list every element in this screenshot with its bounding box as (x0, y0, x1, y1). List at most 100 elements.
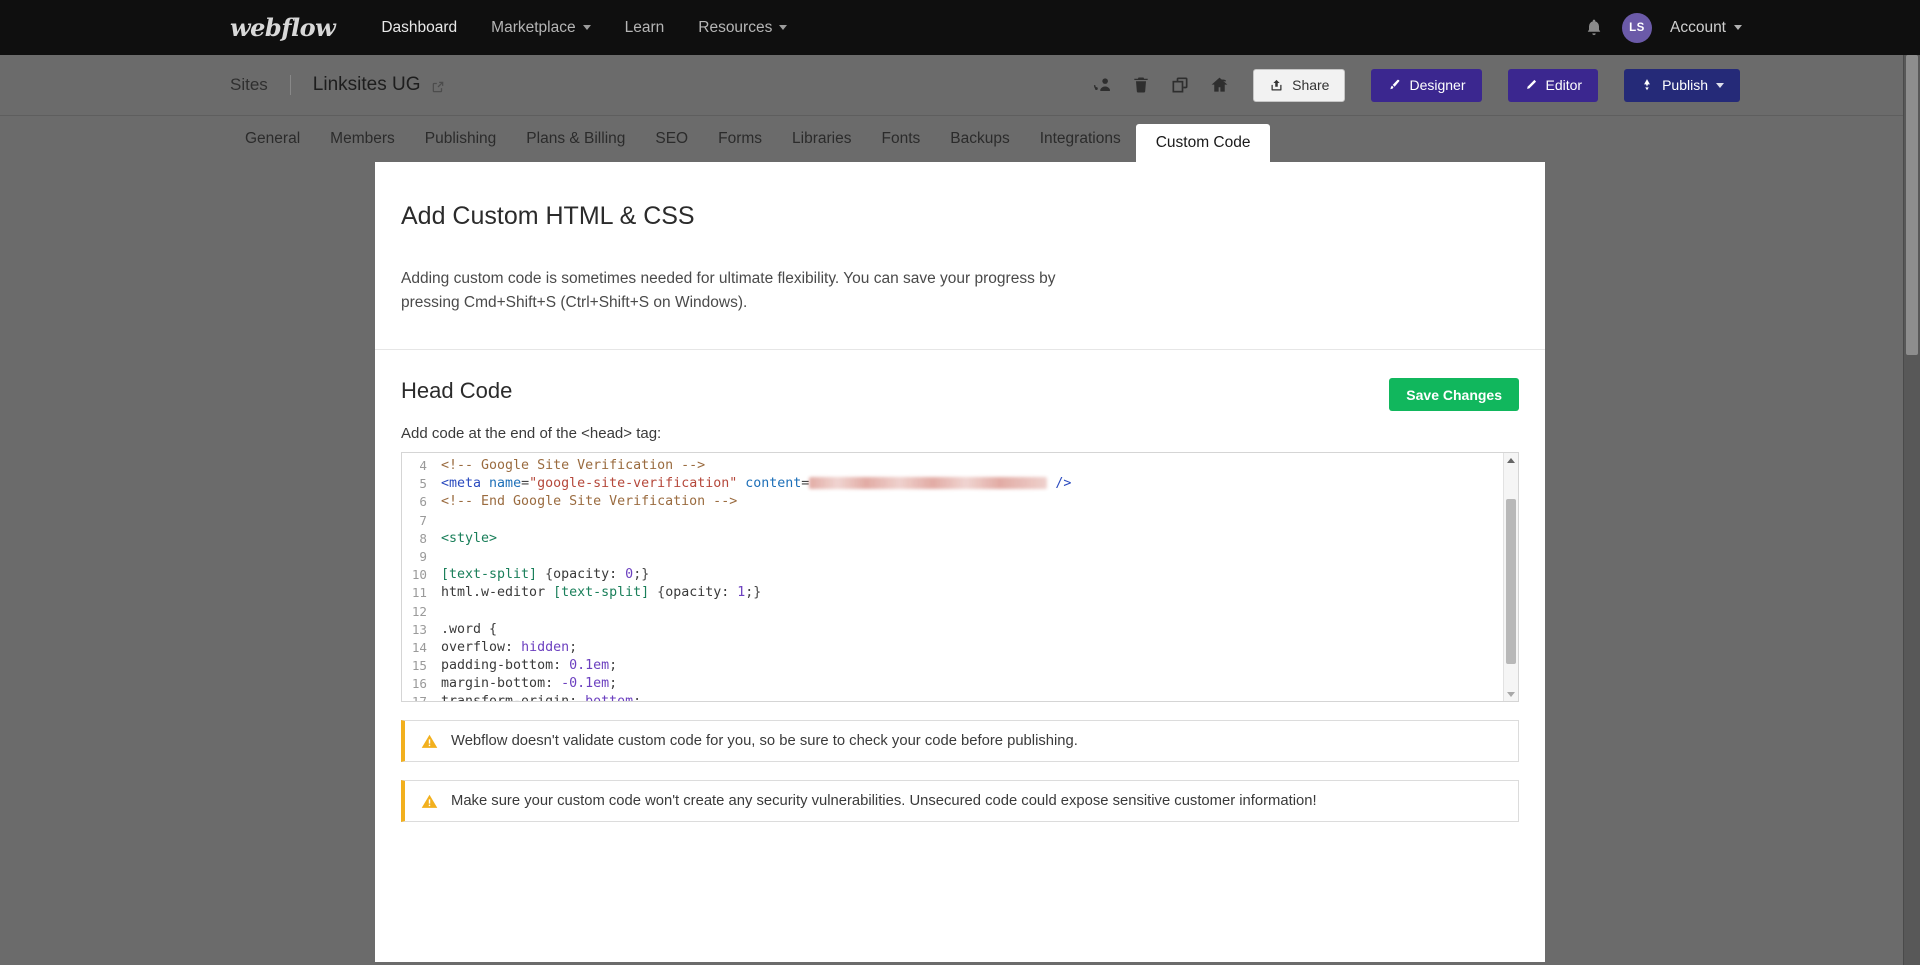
site-actions-group: Share Designer Editor Publish (1091, 68, 1760, 102)
line-number: 7 (419, 512, 427, 528)
avatar[interactable]: LS (1621, 12, 1652, 43)
code-line: 10 [text-split] {opacity: 0;} (402, 566, 1503, 584)
tab-custom-code[interactable]: Custom Code (1135, 124, 1271, 162)
code-line-text: <!-- Google Site Verification --> (441, 458, 706, 474)
line-number: 4 (419, 458, 427, 474)
share-icon (1271, 79, 1282, 90)
editor-button[interactable]: Editor (1507, 68, 1599, 102)
tab-libraries-label: Libraries (792, 130, 852, 147)
line-number: 9 (419, 548, 427, 564)
code-line-text: padding-bottom: 0.1em; (441, 658, 618, 674)
primary-nav-links: Dashboard Marketplace Learn Resources (381, 18, 788, 37)
nav-link-resources[interactable]: Resources (698, 18, 788, 37)
scroll-up-arrow-icon[interactable] (1504, 453, 1518, 467)
nav-link-marketplace-label: Marketplace (491, 18, 576, 36)
transfer-site-icon[interactable] (1208, 74, 1230, 96)
line-number: 13 (411, 621, 427, 637)
share-label: Share (1292, 77, 1330, 93)
webflow-logo[interactable]: webflow (230, 13, 336, 42)
tab-integrations[interactable]: Integrations (1025, 116, 1136, 162)
publish-button[interactable]: Publish (1624, 68, 1740, 102)
breadcrumb-site-name[interactable]: Linksites UG (291, 74, 445, 96)
account-label: Account (1669, 18, 1726, 36)
chevron-down-icon (779, 25, 788, 30)
tab-fonts-label: Fonts (881, 130, 921, 147)
tab-fonts[interactable]: Fonts (866, 116, 935, 162)
head-code-editor[interactable]: 4 <!-- Google Site Verification --> 5 <meta… (401, 452, 1519, 703)
code-line: 14 overflow: hidden; (402, 639, 1503, 657)
bell-icon[interactable] (1584, 18, 1604, 38)
code-line-text: [text-split] {opacity: 0;} (441, 567, 650, 583)
code-line-text: overflow: hidden; (441, 639, 578, 655)
site-name-label: Linksites UG (312, 74, 421, 95)
warning-banner-validation: Webflow doesn't validate custom code for… (401, 720, 1519, 763)
nav-link-dashboard[interactable]: Dashboard (381, 19, 457, 37)
nav-link-marketplace[interactable]: Marketplace (491, 18, 591, 37)
designer-label: Designer (1409, 77, 1466, 93)
tab-publishing-label: Publishing (424, 130, 497, 147)
chevron-down-icon (1716, 82, 1724, 88)
code-line-text: transform-origin: bottom; (436, 693, 641, 701)
code-line-text: .word { (441, 621, 498, 637)
tab-general[interactable]: General (230, 116, 315, 162)
duplicate-site-icon[interactable] (1169, 74, 1191, 96)
code-line: 12 (402, 603, 1503, 621)
tab-seo-label: SEO (655, 130, 689, 147)
line-number: 15 (411, 658, 427, 674)
designer-button[interactable]: Designer (1371, 68, 1482, 102)
editor-scrollbar[interactable] (1503, 453, 1518, 702)
code-line: 11 html.w-editor [text-split] {opacity: 1… (402, 584, 1503, 602)
tab-forms-label: Forms (718, 130, 763, 147)
tab-plans-billing[interactable]: Plans & Billing (511, 116, 640, 162)
line-number: 17 (402, 693, 436, 701)
delete-site-icon[interactable] (1130, 74, 1152, 96)
code-line-text (436, 548, 441, 566)
breadcrumb-sites[interactable]: Sites (230, 75, 291, 95)
code-line-text: <style> (441, 530, 498, 546)
save-changes-button[interactable]: Save Changes (1389, 378, 1519, 412)
chevron-down-icon (582, 25, 591, 30)
page-scrollbar[interactable] (1903, 55, 1920, 965)
code-line-text: <meta name="google-site-verification" co… (441, 476, 1072, 492)
code-line: 17transform-origin: bottom; (402, 693, 1503, 701)
tab-forms[interactable]: Forms (703, 116, 777, 162)
code-line: 8 <style> (402, 530, 1503, 548)
line-number: 10 (411, 567, 427, 583)
external-link-icon[interactable] (431, 78, 445, 93)
line-number: 16 (411, 676, 427, 692)
account-menu[interactable]: Account (1670, 19, 1742, 37)
line-number: 8 (419, 530, 427, 546)
code-line-text: <!-- End Google Site Verification --> (441, 494, 738, 510)
tab-integrations-label: Integrations (1039, 130, 1121, 147)
share-button[interactable]: Share (1253, 68, 1346, 102)
line-number: 12 (411, 603, 427, 619)
code-editor-label: Add code at the end of the <head> tag: (401, 425, 662, 443)
section-title-head-code: Head Code (401, 378, 513, 404)
warning-text-security: Make sure your custom code won't create … (451, 793, 1317, 810)
nav-link-resources-label: Resources (698, 18, 773, 36)
line-number: 5 (419, 476, 427, 492)
code-line: 4 <!-- Google Site Verification --> (402, 457, 1503, 475)
invite-collaborator-icon[interactable] (1091, 74, 1113, 96)
custom-code-panel: Add Custom HTML & CSS Adding custom code… (375, 162, 1545, 962)
scroll-down-arrow-icon[interactable] (1504, 687, 1518, 701)
page-scrollbar-thumb[interactable] (1906, 55, 1918, 355)
tab-seo[interactable]: SEO (640, 116, 703, 162)
tab-members[interactable]: Members (315, 116, 410, 162)
panel-footer-spacer (375, 822, 1545, 880)
top-navigation-bar: webflow Dashboard Marketplace Learn Reso… (0, 0, 1920, 55)
page-title: Add Custom HTML & CSS (401, 202, 695, 230)
code-line-text (436, 512, 441, 530)
warning-text-validation: Webflow doesn't validate custom code for… (451, 733, 1078, 750)
tab-backups[interactable]: Backups (935, 116, 1024, 162)
tab-plans-billing-label: Plans & Billing (526, 130, 626, 147)
code-editor-content[interactable]: 4 <!-- Google Site Verification --> 5 <meta… (402, 453, 1503, 701)
editor-scrollbar-thumb[interactable] (1506, 499, 1516, 665)
nav-link-learn[interactable]: Learn (625, 19, 665, 37)
tab-publishing[interactable]: Publishing (410, 116, 512, 162)
nav-link-dashboard-label: Dashboard (381, 18, 458, 36)
head-code-section-header: Head Code Save Changes (375, 350, 1545, 412)
tab-libraries[interactable]: Libraries (777, 116, 866, 162)
paintbrush-icon (1390, 79, 1400, 90)
chevron-down-icon (1734, 25, 1742, 30)
